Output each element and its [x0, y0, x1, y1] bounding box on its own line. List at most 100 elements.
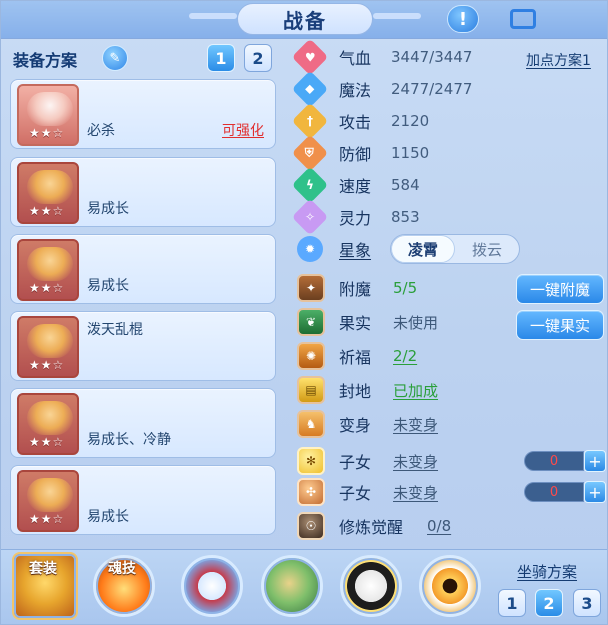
equipment-trait-1: 必杀: [87, 123, 115, 139]
mount-plan-tab-2[interactable]: 2: [535, 589, 563, 617]
feature-value-transform[interactable]: 未变身: [393, 414, 438, 435]
feature-label-blessing: 祈福: [339, 348, 372, 367]
soul-skill-label: 魂技: [108, 561, 136, 577]
feature-row-fruit: 果实 未使用: [339, 308, 438, 336]
equipment-slot-1[interactable]: ★★☆ 必杀 可强化: [10, 79, 276, 149]
set-bonus-label: 套装: [29, 561, 57, 577]
feature-row-enchant: 附魔 5/5: [339, 274, 417, 302]
top-bar: 战备 !: [1, 1, 607, 39]
dragon-orb[interactable]: [261, 555, 323, 617]
allocation-plan-link[interactable]: 加点方案1: [526, 50, 591, 70]
feature-value-child-2[interactable]: 未变身: [393, 482, 438, 503]
feature-row-child-1: 子女 未变身: [339, 447, 438, 475]
territory-icon: ▤: [297, 376, 325, 404]
stat-value-hp: 3447/3447: [391, 48, 473, 66]
mount-plan-title[interactable]: 坐骑方案: [517, 561, 577, 582]
stat-row-hp: ♥ 气血 3447/3447: [291, 38, 473, 76]
help-icon[interactable]: !: [447, 5, 479, 33]
feature-row-transform: 变身 未变身: [339, 410, 438, 438]
feature-label-child-2: 子女: [339, 484, 372, 503]
stat-value-mp: 2477/2477: [391, 80, 473, 98]
fruit-icon: ❦: [297, 308, 325, 336]
equipment-slot-2[interactable]: ★★☆ 易成长: [10, 157, 276, 227]
feature-value-territory[interactable]: 已加成: [393, 380, 438, 401]
equipment-stars-4: ★★☆: [29, 358, 65, 372]
child-counter-value-2: 0: [524, 482, 584, 502]
feature-value-cultivation[interactable]: 0/8: [427, 517, 451, 535]
equipment-trait-4: 泼天乱棍: [87, 322, 143, 338]
equipment-trait-3: 易成长: [87, 278, 129, 294]
heart-icon: ♥: [291, 38, 329, 76]
feature-label-enchant: 附魔: [339, 280, 372, 299]
title-wing-right: [373, 13, 421, 19]
feature-label-territory: 封地: [339, 382, 372, 401]
feature-row-territory: 封地 已加成: [339, 376, 438, 404]
feature-label-fruit: 果实: [339, 314, 372, 333]
add-child-button-2[interactable]: +: [584, 481, 606, 503]
yin-yang-orb[interactable]: [340, 555, 402, 617]
feature-value-enchant: 5/5: [393, 279, 418, 297]
equipment-stars-1: ★★☆: [29, 126, 65, 140]
eye-orb[interactable]: [419, 555, 481, 617]
equipment-upgrade-link-1[interactable]: 可强化: [222, 120, 264, 140]
equipment-slot-4[interactable]: ★★☆ 泼天乱棍: [10, 311, 276, 381]
stat-row-attack: † 攻击 2120: [291, 102, 430, 140]
child-counter-1: 0 +: [524, 450, 606, 472]
child-counter-value-1: 0: [524, 451, 584, 471]
stat-label-hp: 气血: [339, 49, 372, 68]
blessing-icon: ✺: [297, 342, 325, 370]
feature-value-child-1[interactable]: 未变身: [393, 451, 438, 472]
feature-value-blessing[interactable]: 2/2: [393, 347, 417, 365]
stat-label-speed: 速度: [339, 177, 372, 196]
equipment-trait-2: 易成长: [87, 201, 129, 217]
equipment-slot-6[interactable]: ★★☆ 易成长: [10, 465, 276, 535]
equipment-trait-5: 易成长、冷静: [87, 432, 171, 448]
equipment-slot-5[interactable]: ★★☆ 易成长、冷静: [10, 388, 276, 458]
help-glyph: !: [458, 8, 468, 30]
feature-value-fruit: 未使用: [393, 313, 439, 332]
equipment-icon-5: ★★☆: [17, 393, 79, 455]
auto-fruit-button[interactable]: 一键果实: [516, 310, 604, 340]
feature-row-cultivation: 修炼觉醒 0/8: [339, 512, 451, 540]
shuriken-orb[interactable]: [181, 555, 243, 617]
child-counter-2: 0 +: [524, 481, 606, 503]
stat-label-mp: 魔法: [339, 81, 372, 100]
equipment-trait-6: 易成长: [87, 509, 129, 525]
title-wing-left: [189, 13, 237, 19]
auto-enchant-button[interactable]: 一键附魔: [516, 274, 604, 304]
child-icon-1: ✻: [297, 447, 325, 475]
equipment-slot-3[interactable]: ★★☆ 易成长: [10, 234, 276, 304]
enchant-icon: ✦: [297, 274, 325, 302]
stat-value-attack: 2120: [391, 112, 430, 130]
stat-value-speed: 584: [391, 176, 420, 194]
equipment-plan-tab-1[interactable]: 1: [207, 44, 235, 72]
share-icon[interactable]: [507, 5, 539, 33]
star-sign-option-lingxiao[interactable]: 凌霄: [391, 235, 456, 263]
mana-icon: ◆: [291, 70, 329, 108]
stat-value-defense: 1150: [391, 144, 430, 162]
mount-plan-tab-3[interactable]: 3: [573, 589, 601, 617]
feature-label-child-1: 子女: [339, 453, 372, 472]
equipment-icon-1: ★★☆: [17, 84, 79, 146]
feature-label-transform: 变身: [339, 416, 372, 435]
star-sign-icon: ✹: [297, 236, 323, 262]
equipment-plan-title: 装备方案: [13, 51, 78, 70]
stat-label-star[interactable]: 星象: [339, 237, 383, 261]
stat-label-attack: 攻击: [339, 113, 372, 132]
child-icon-2: ✣: [297, 478, 325, 506]
mount-plan-tab-1[interactable]: 1: [498, 589, 526, 617]
transform-icon: ♞: [297, 410, 325, 438]
feature-row-blessing: 祈福 2/2: [339, 342, 417, 370]
shield-icon: ⛨: [291, 134, 329, 172]
star-sign-toggle[interactable]: 凌霄 拨云: [390, 234, 520, 264]
star-sign-option-boyun[interactable]: 拨云: [455, 235, 519, 263]
equipment-icon-2: ★★☆: [17, 162, 79, 224]
equipment-stars-6: ★★☆: [29, 512, 65, 526]
add-child-button-1[interactable]: +: [584, 450, 606, 472]
equipment-plan-tab-2[interactable]: 2: [244, 44, 272, 72]
equipment-icon-3: ★★☆: [17, 239, 79, 301]
spirit-icon: ✧: [291, 198, 329, 236]
stat-row-mp: ◆ 魔法 2477/2477: [291, 70, 473, 108]
edit-pen-icon[interactable]: ✎: [102, 45, 128, 71]
stat-row-defense: ⛨ 防御 1150: [291, 134, 430, 172]
